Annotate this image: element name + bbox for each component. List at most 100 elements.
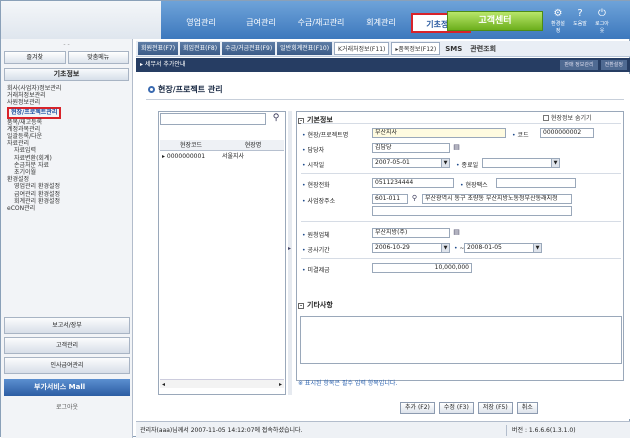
zip-field[interactable]: 601-011 [372,194,408,204]
toolbar-button[interactable]: 회원전표(F7) [138,42,179,55]
sidebar-reports[interactable]: 보고서/장부 [4,317,130,334]
sidebar-hr[interactable]: 인사급여관리 [4,357,130,374]
save-button[interactable]: 저장 (F5) [477,402,513,414]
sidebar-subitem[interactable]: 급여관리 환경설정 [7,191,126,198]
period-to-value: 2008-01-05 [467,244,502,251]
settings-icon[interactable]: ⚙ 환경설정 [549,8,567,34]
search-icon[interactable]: ⚲ [410,194,419,203]
version-text: 버전 : 1.6.6.6(1.3.1.0) [506,422,576,439]
help-icon[interactable]: ? 도움말 [571,8,589,34]
manager-field[interactable]: 김담당 [372,143,450,153]
crumb-button[interactable]: 전환설정 [600,60,627,70]
unpaid-field[interactable]: 10,000,000 [372,263,472,273]
logo-area [1,1,161,39]
toolbar-button[interactable]: ▸품목정보(F12) [391,42,441,55]
tab-custom-menu[interactable]: 맞춤메뉴 [67,51,129,64]
related-search-button[interactable]: 관련조회 [467,44,499,54]
tab-favorites[interactable]: 즐겨찾 [4,51,66,64]
sidebar-item[interactable]: 사원정보관리 [7,99,126,106]
search-input[interactable] [160,113,266,125]
period-to-field[interactable]: 2008-01-05 ▼ [464,243,542,253]
address-detail-field[interactable] [372,206,572,216]
start-date-field[interactable]: 2007-05-01 ▼ [372,158,450,168]
period-from-field[interactable]: 2006-10-29 ▼ [372,243,450,253]
start-date-label: 시작일 [302,160,325,169]
mall-button[interactable]: 부가서비스 Mall [4,379,130,396]
collapse-icon[interactable]: - [298,303,304,309]
toolbar-button[interactable]: 회입전표(F8) [180,42,221,55]
crumb-button[interactable]: 판매 정보관리 [560,60,598,70]
chevron-down-icon[interactable]: ▼ [551,159,559,167]
end-date-field[interactable]: ▼ [482,158,560,168]
section-other-info[interactable]: - 기타사항 [298,300,333,310]
sidebar-item[interactable]: eCON관리 [7,205,126,212]
address-label: 사업장주소 [302,196,336,205]
phone-field[interactable]: 0511234444 [372,178,454,188]
settings-label: 환경설정 [551,21,565,34]
sidebar-tree: 회사(사업자)정보관리 거래처정보관리 사원정보관리 현장/프로젝트관리 품목/… [1,83,132,214]
chevron-down-icon[interactable]: ▼ [533,244,541,252]
period-tilde: ~ [454,245,465,252]
scroll-right-icon[interactable]: ▸ [279,380,282,389]
exit-icon[interactable]: ⏻ 로그아웃 [593,8,611,34]
chevron-down-icon[interactable]: ▼ [441,244,449,252]
sidebar-top: - - [63,41,70,48]
add-button[interactable]: 추가 (F2) [400,402,435,414]
toolbar-button[interactable]: K거래처정보(F11) [334,42,390,55]
hide-info-checkbox[interactable]: 현장정보 숨기기 [543,113,592,122]
cell-code-text: 0000000001 [166,153,206,160]
toolbar-button[interactable]: 수금/거금전표(F9) [222,42,276,55]
calendar-icon[interactable]: ▤ [452,143,461,152]
code-label: 코드 [512,130,529,139]
cancel-button[interactable]: 취소 [516,402,538,414]
sidebar-item[interactable]: 계정과목관리 [7,126,126,133]
exit-label: 로그아웃 [595,21,609,34]
checkbox-icon[interactable] [543,115,549,121]
address-field[interactable]: 부산광역시 동구 초량동 부산지방노동청부산동래지청 [422,194,572,204]
sidebar-item[interactable]: 품목/재고등록 [7,119,126,126]
column-site-code[interactable]: 현장코드 [160,140,222,150]
edit-button[interactable]: 수정 (F3) [438,402,474,414]
chevron-down-icon[interactable]: ▼ [441,159,449,167]
site-name-field[interactable]: 부산지사 [372,128,506,138]
logout-button[interactable]: 로그아웃 [4,401,130,415]
sidebar-subitem[interactable]: 손금처분 자료 [7,162,126,169]
end-date-label: 종료일 [456,160,479,169]
code-field[interactable]: 0000000002 [540,128,594,138]
sidebar-subitem[interactable]: 자료변환(회계) [7,155,126,162]
sms-button[interactable]: SMS [442,45,465,53]
required-note: ※ 표시된 항목은 필수 입력 항목입니다. [298,380,398,387]
unpaid-label: 미결제금 [302,265,330,274]
sidebar-subitem[interactable]: 회계관리 환경설정 [7,198,126,205]
app-window: 영업관리 급여관리 수금/재고관리 회계관리 기초정보 고객센터 ⚙ 환경설정 ?… [0,0,630,439]
main-panel: 현장/프로젝트 관리 ⚲ 현장코드 현장명 ▸ 0000000001 서울지사 … [136,74,630,419]
sidebar-section-header[interactable]: 기초정보 [4,68,129,81]
column-site-name[interactable]: 현장명 [222,140,284,150]
splitter-arrow-icon[interactable]: ▸ [288,245,291,252]
sidebar-customers[interactable]: 고객관리 [4,337,130,354]
toolbar-button[interactable]: 일반회계전표(F10) [277,42,333,55]
sidebar-item-site-project[interactable]: 현장/프로젝트관리 [7,106,62,119]
horizontal-scrollbar[interactable]: ◂ ▸ [160,379,284,388]
calendar-icon[interactable]: ▤ [452,228,461,237]
manager-label: 담당자 [302,145,325,154]
menu-sales[interactable]: 영업관리 [171,13,231,33]
memo-textarea[interactable] [300,316,622,364]
sidebar-tabs: 즐겨찾 맞춤메뉴 [1,51,132,64]
cell-code: ▸ 0000000001 [162,153,206,160]
sidebar-subitem[interactable]: 영업관리 환경설정 [7,183,126,190]
section-other-info-title: 기타사항 [307,301,333,309]
scroll-left-icon[interactable]: ◂ [162,380,165,389]
menu-collection[interactable]: 수금/재고관리 [291,13,351,33]
sidebar-subitem[interactable]: 자료입력 [7,147,126,154]
panel-splitter[interactable]: ▸ [288,111,292,395]
fax-field[interactable] [496,178,576,188]
search-icon[interactable]: ⚲ [270,112,282,125]
contractor-field[interactable]: 부산지방(주) [372,228,450,238]
menu-accounting[interactable]: 회계관리 [351,13,411,33]
menu-payroll[interactable]: 급여관리 [231,13,291,33]
customer-center-button[interactable]: 고객센터 [447,11,543,31]
table-row[interactable]: ▸ 0000000001 서울지사 [160,152,284,162]
action-buttons: 추가 (F2) 수정 (F3) 저장 (F5) 취소 [400,402,538,414]
breadcrumb: ▸ 세무서 추가안내 판매 정보관리 전환설정 [136,58,630,72]
